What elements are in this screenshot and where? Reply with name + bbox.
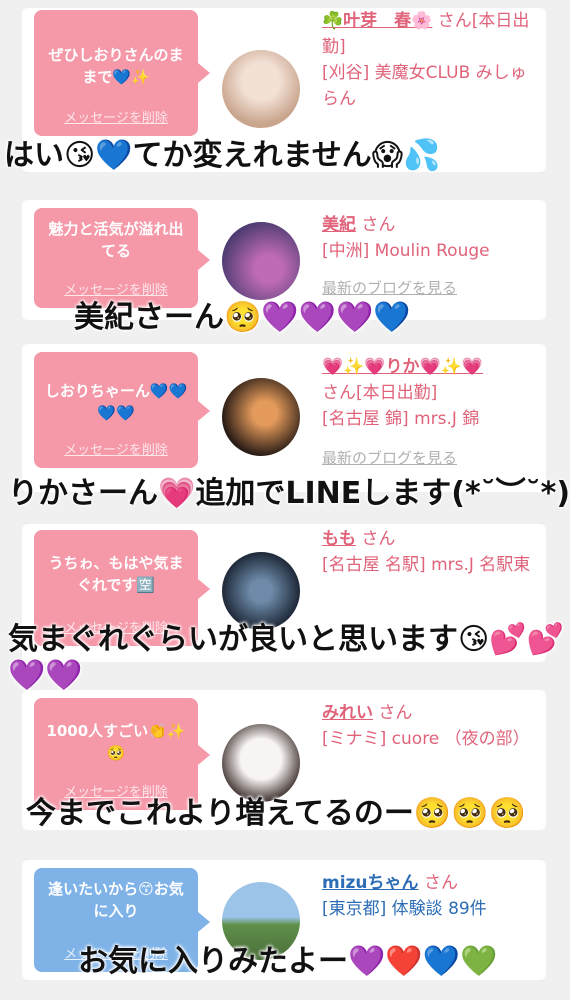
message-bubble: 魅力と活気が溢れ出てる メッセージを削除 [34, 208, 210, 308]
message-bubble: ぜひしおりさんのままで💙✨ メッセージを削除 [34, 10, 210, 136]
shop-name[interactable]: [名古屋 名駅] mrs.J 名駅東 [322, 555, 530, 575]
message-text: 逢いたいから😙お気に入り [48, 880, 184, 920]
message-bubble: 1000人すごい👏✨🥺 メッセージを削除 [34, 698, 210, 810]
shop-name[interactable]: [東京都] 体験談 89件 [322, 899, 487, 919]
sender-info: 美紀 さん [中洲] Moulin Rouge 最新のブログを見る [322, 212, 536, 312]
sender-name[interactable]: mizuちゃん [322, 873, 419, 893]
message-text: 魅力と活気が溢れ出てる [48, 220, 184, 260]
delete-message-link[interactable]: メッセージを削除 [34, 108, 198, 130]
sender-info: みれい さん [ミナミ] cuore （夜の部） [322, 700, 536, 752]
reply-overlay: 美紀さーん🥺💜💜💜💙 [74, 300, 411, 335]
avatar[interactable] [222, 222, 300, 300]
shop-name[interactable]: [刈谷] 美魔女CLUB みしゅらん [322, 63, 527, 109]
message-text: しおりちゃーん💙💙💙💙 [44, 382, 188, 422]
message-card: しおりちゃーん💙💙💙💙 メッセージを削除 💗✨💗りか💗✨💗 さん[本日出勤] [… [22, 344, 546, 492]
sender-suffix: さん [361, 529, 396, 549]
sender-suffix: さん [378, 703, 413, 723]
message-text: 1000人すごい👏✨🥺 [46, 722, 186, 762]
sender-info: 💗✨💗りか💗✨💗 さん[本日出勤] [名古屋 錦] mrs.J 錦 最新のブログ… [322, 354, 536, 484]
avatar[interactable] [222, 552, 300, 630]
delete-message-link[interactable]: メッセージを削除 [34, 440, 198, 462]
sender-name[interactable]: もも [322, 529, 356, 549]
reply-overlay: お気に入りみたよー💜❤️💙💚 [78, 944, 498, 979]
blog-link[interactable]: 最新のブログを見る [322, 279, 457, 297]
reply-overlay: りかさーん💗追加でLINEします(*˘︶˘*) [8, 476, 570, 511]
reply-overlay: 今までこれより増えてるのー🥺🥺🥺 [26, 796, 526, 831]
shop-name[interactable]: [ミナミ] cuore （夜の部） [322, 729, 530, 749]
avatar[interactable] [222, 50, 300, 128]
sender-suffix: さん [423, 873, 458, 893]
sender-info: mizuちゃん さん [東京都] 体験談 89件 [322, 870, 536, 922]
sender-suffix: さん[本日出勤] [322, 383, 438, 403]
sender-name[interactable]: 美紀 [322, 215, 356, 235]
sender-name[interactable]: ☘️叶芽 春🌸 [322, 11, 432, 31]
sender-name[interactable]: みれい [322, 703, 373, 723]
reply-overlay: はい😘💙てか変えれません😱💦 [4, 138, 441, 173]
message-text: ぜひしおりさんのままで💙✨ [48, 46, 184, 86]
avatar[interactable] [222, 378, 300, 456]
sender-info: ☘️叶芽 春🌸 さん[本日出勤] [刈谷] 美魔女CLUB みしゅらん [322, 8, 536, 112]
sender-suffix: さん [361, 215, 396, 235]
sender-name[interactable]: 💗✨💗りか💗✨💗 [322, 357, 483, 377]
blog-link[interactable]: 最新のブログを見る [322, 449, 457, 467]
avatar[interactable] [222, 724, 300, 802]
shop-name[interactable]: [名古屋 錦] mrs.J 錦 [322, 409, 479, 429]
delete-message-link[interactable]: メッセージを削除 [34, 280, 198, 302]
message-text: うちゎ、もはや気まぐれです🈳 [48, 554, 184, 594]
shop-name[interactable]: [中洲] Moulin Rouge [322, 241, 490, 261]
message-bubble: しおりちゃーん💙💙💙💙 メッセージを削除 [34, 352, 210, 468]
reply-overlay: 気まぐれぐらいが良いと思います😘💕💕💜💜 [8, 622, 564, 693]
sender-info: もも さん [名古屋 名駅] mrs.J 名駅東 [322, 526, 536, 578]
